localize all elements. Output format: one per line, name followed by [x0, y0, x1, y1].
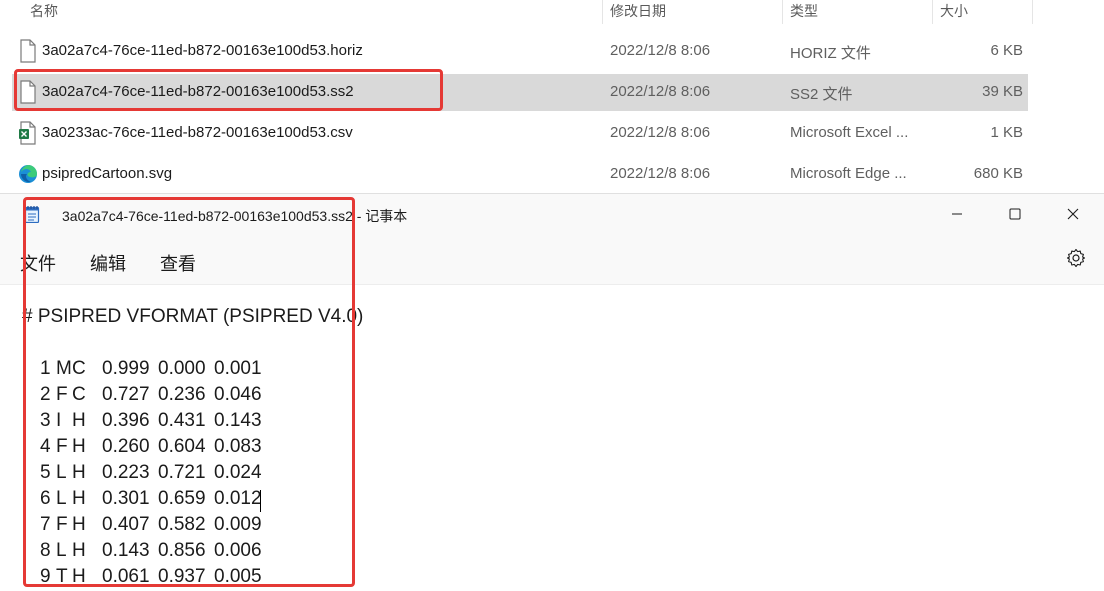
file-modified: 2022/12/8 8:06 [610, 165, 711, 182]
file-size: 680 KB [973, 165, 1023, 182]
file-name: 3a02a7c4-76ce-11ed-b872-00163e100d53.hor… [42, 42, 363, 59]
edge-svg-icon [19, 165, 37, 183]
file-type: HORIZ 文件 [790, 45, 871, 62]
column-header-row: 名称 修改日期 类型 大小 [0, 0, 1104, 24]
maximize-button[interactable] [986, 194, 1044, 234]
file-name: 3a0233ac-76ce-11ed-b872-00163e100d53.csv [42, 124, 353, 141]
file-row[interactable]: 3a0233ac-76ce-11ed-b872-00163e100d53.csv… [12, 115, 1028, 152]
file-size: 6 KB [990, 42, 1023, 59]
column-header-type[interactable]: 类型 [790, 1, 818, 21]
column-divider[interactable] [1032, 0, 1033, 24]
minimize-icon [952, 213, 962, 215]
file-modified: 2022/12/8 8:06 [610, 83, 711, 100]
file-row[interactable]: psipredCartoon.svg 2022/12/8 8:06 Micros… [12, 156, 1028, 193]
file-name: psipredCartoon.svg [42, 165, 173, 182]
blank-file-icon [20, 39, 36, 63]
file-type: Microsoft Edge ... [790, 165, 907, 182]
file-type: SS2 文件 [790, 86, 853, 103]
file-size: 1 KB [990, 124, 1023, 141]
settings-gear-icon[interactable] [1066, 248, 1086, 268]
excel-csv-icon [19, 121, 36, 145]
column-header-size[interactable]: 大小 [940, 1, 968, 21]
file-modified: 2022/12/8 8:06 [610, 124, 711, 141]
file-modified: 2022/12/8 8:06 [610, 42, 711, 59]
column-divider[interactable] [782, 0, 783, 24]
column-header-modified[interactable]: 修改日期 [610, 1, 666, 21]
maximize-icon [1009, 208, 1021, 220]
file-type: Microsoft Excel ... [790, 124, 909, 141]
file-row[interactable]: 3a02a7c4-76ce-11ed-b872-00163e100d53.hor… [12, 33, 1028, 70]
column-divider[interactable] [932, 0, 933, 24]
annotation-box-file [14, 69, 443, 111]
minimize-button[interactable] [928, 194, 986, 234]
close-icon [1067, 208, 1079, 220]
column-header-name[interactable]: 名称 [30, 1, 58, 21]
column-divider[interactable] [602, 0, 603, 24]
annotation-box-content [23, 197, 355, 587]
file-size: 39 KB [982, 83, 1023, 100]
close-button[interactable] [1044, 194, 1102, 234]
